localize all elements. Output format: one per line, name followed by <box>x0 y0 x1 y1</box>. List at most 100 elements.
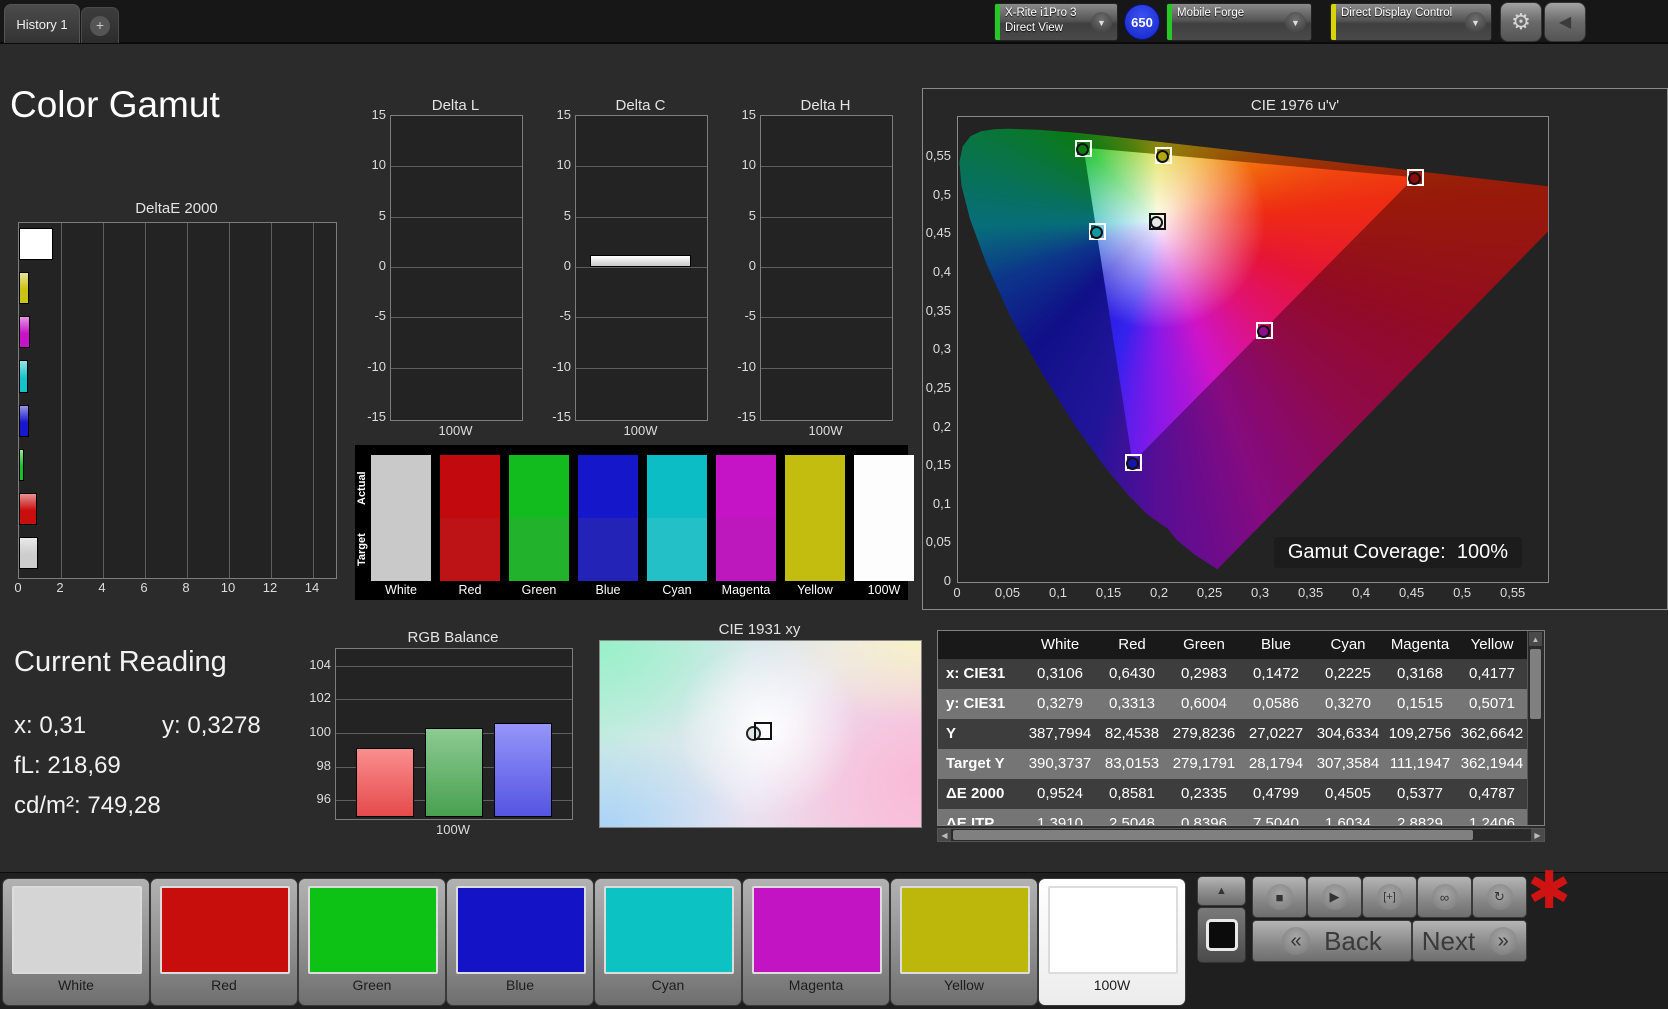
control-button-stop[interactable]: ■ <box>1252 876 1307 918</box>
control-button-pattern-size[interactable]: [+] <box>1362 876 1417 918</box>
pattern-swatch <box>160 886 290 974</box>
table-cell: 0,4799 <box>1253 785 1299 802</box>
pattern-button-green[interactable]: Green <box>298 878 446 1006</box>
table-cell: 111,1947 <box>1389 755 1451 772</box>
deltae-x-tick: 6 <box>140 580 148 595</box>
pattern-button-100w[interactable]: 100W <box>1038 878 1186 1006</box>
pattern-up-button[interactable]: ▲ <box>1197 876 1246 906</box>
pattern-button-label: Red <box>211 977 237 993</box>
pattern-button-white[interactable]: White <box>2 878 150 1006</box>
table-vertical-scrollbar[interactable]: ▲ <box>1527 631 1544 825</box>
table-row-label: x: CIE31 <box>946 665 1006 682</box>
display-control-dropdown[interactable]: Direct Display Control ▼ <box>1330 3 1492 41</box>
rgb-y-tick: 98 <box>316 757 331 773</box>
gamut-dot-green <box>1076 142 1090 156</box>
swatch-label: Red <box>458 583 482 597</box>
reading-cdm2: cd/m²: 749,28 <box>14 792 161 819</box>
deltae-gridline <box>229 223 230 578</box>
delta-y-tick: -15 <box>367 409 386 424</box>
table-column-header: White <box>1040 636 1080 653</box>
delta-y-tick: -5 <box>559 308 571 324</box>
control-button-continuous[interactable]: ∞ <box>1417 876 1472 918</box>
table-column-header: Magenta <box>1390 636 1450 653</box>
pattern-window-icon <box>1205 919 1238 951</box>
table-cell: 82,4538 <box>1104 725 1160 742</box>
cie1976-x-tick: 0,55 <box>1499 585 1526 600</box>
pattern-button-label: Blue <box>505 977 535 993</box>
swatch-label: 100W <box>867 583 901 597</box>
deltae-x-tick: 4 <box>98 580 106 595</box>
swatch-yellow <box>785 455 845 581</box>
table-cell: 0,2983 <box>1181 665 1227 682</box>
rgb-bar-blue <box>494 722 552 817</box>
delta-c-title: Delta C <box>615 97 666 114</box>
exposure-badge[interactable]: 650 <box>1124 4 1160 40</box>
table-cell: 109,2756 <box>1388 725 1452 742</box>
table-cell: 0,2335 <box>1181 785 1227 802</box>
actual-swatch <box>854 455 914 518</box>
rgb-gridline <box>336 665 572 667</box>
table-cell: 1,6034 <box>1325 815 1371 826</box>
settings-button[interactable]: ⚙ <box>1500 2 1542 42</box>
table-cell: 304,6334 <box>1316 725 1380 742</box>
source-dropdown[interactable]: Mobile Forge ▼ <box>1166 3 1312 41</box>
actual-swatch <box>440 455 500 518</box>
table-column-header: Blue <box>1260 636 1292 653</box>
scroll-up-icon[interactable]: ▲ <box>1529 632 1542 646</box>
collapse-panel-button[interactable]: ◀ <box>1544 2 1586 42</box>
table-cell: 1,2406 <box>1469 815 1515 826</box>
meter-label: X-Rite i1Pro 3 Direct View <box>1005 7 1077 34</box>
swatch-green <box>509 455 569 581</box>
pattern-button-yellow[interactable]: Yellow <box>890 878 1038 1006</box>
deltae-bar-cyan <box>19 360 29 393</box>
cie1976-y-tick: 0,5 <box>932 186 951 202</box>
pattern-window-button[interactable] <box>1197 907 1246 963</box>
pattern-button-label: Magenta <box>788 977 844 993</box>
pattern-button-magenta[interactable]: Magenta <box>742 878 890 1006</box>
pattern-button-blue[interactable]: Blue <box>446 878 594 1006</box>
deltae-bar-100w <box>19 228 54 261</box>
cie1931-title: CIE 1931 xy <box>718 621 801 638</box>
table-horizontal-scrollbar[interactable]: ◀ ▶ <box>937 828 1545 842</box>
delta-y-tick: -10 <box>737 358 756 374</box>
swatch-red <box>440 455 500 581</box>
cie1976-x-tick: 0,25 <box>1196 585 1223 600</box>
table-row: ΔE ITP 1,3910 2,5048 0,8396 7,5040 1,6034 2,88… <box>938 809 1528 826</box>
deltae-gridline <box>145 223 146 578</box>
cie1976-y-tick: 0,05 <box>925 534 951 550</box>
table-cell: 0,3106 <box>1037 665 1083 682</box>
table-row-label: ΔE ITP <box>946 815 995 826</box>
swatch-magenta <box>716 455 776 581</box>
next-button[interactable]: Next » <box>1412 920 1527 962</box>
table-cell: 0,3279 <box>1037 695 1083 712</box>
deltae-bar-red <box>19 492 38 525</box>
display-status-bar <box>1331 4 1336 40</box>
add-tab-button[interactable]: + <box>81 7 119 43</box>
rgb-y-tick: 104 <box>309 656 331 672</box>
table-row-label: Target Y <box>946 755 1005 772</box>
tab-history[interactable]: History 1 <box>4 4 80 43</box>
page-title: Color Gamut <box>10 84 220 125</box>
delta-gridline <box>761 367 892 369</box>
control-button-repeat[interactable]: ↻ <box>1472 876 1527 918</box>
cie1976-y-tick: 0,2 <box>932 418 951 434</box>
actual-swatch <box>578 455 638 518</box>
swatch-label: Green <box>521 583 557 597</box>
meter-dropdown[interactable]: X-Rite i1Pro 3 Direct View ▼ <box>994 3 1118 41</box>
back-button[interactable]: « Back <box>1252 920 1412 962</box>
gamut-dot-white <box>1149 215 1163 229</box>
pattern-button-cyan[interactable]: Cyan <box>594 878 742 1006</box>
table-cell: 387,7994 <box>1028 725 1092 742</box>
scroll-left-icon[interactable]: ◀ <box>938 829 951 841</box>
pattern-button-red[interactable]: Red <box>150 878 298 1006</box>
scroll-right-icon[interactable]: ▶ <box>1531 829 1544 841</box>
control-button-play[interactable]: ▶ <box>1307 876 1362 918</box>
table-cell: 0,5377 <box>1397 785 1443 802</box>
pattern-swatch <box>308 886 438 974</box>
repeat-icon: ↻ <box>1486 884 1513 910</box>
scroll-thumb[interactable] <box>953 830 1473 840</box>
table-row: ΔE 2000 0,9524 0,8581 0,2335 0,4799 0,4505 0,5… <box>938 779 1528 809</box>
scroll-thumb[interactable] <box>1530 649 1541 719</box>
cie1976-x-tick: 0,4 <box>1352 585 1371 600</box>
delta-y-tick: 5 <box>563 207 571 223</box>
